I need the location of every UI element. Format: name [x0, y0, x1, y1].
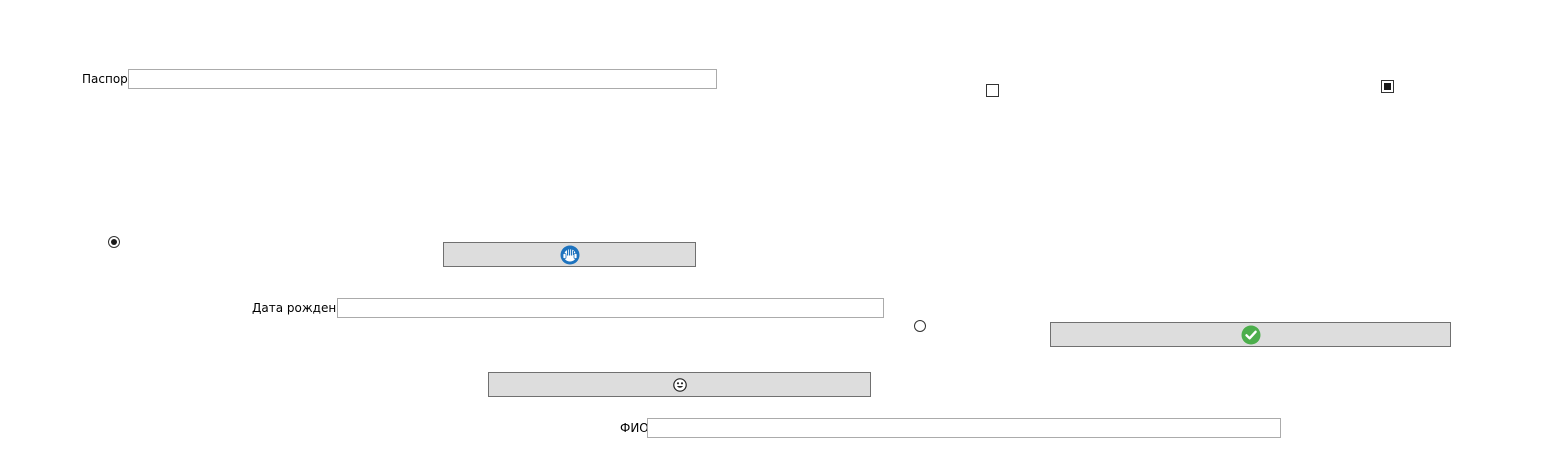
passport-input[interactable] [128, 69, 717, 89]
smiley-face-icon [672, 377, 687, 392]
checkbox-unchecked[interactable] [986, 84, 999, 97]
checkmark-icon [1241, 325, 1261, 345]
radio-option-selected[interactable] [108, 236, 120, 248]
full-name-label: ФИО [620, 421, 649, 435]
radio-option-unselected[interactable] [914, 320, 926, 332]
headset-emoji-icon [560, 245, 580, 265]
passport-label: Паспорт [82, 72, 135, 86]
headset-button[interactable] [443, 242, 696, 267]
full-name-input[interactable] [647, 418, 1281, 438]
birth-date-input[interactable] [337, 298, 884, 318]
checkbox-checked[interactable] [1381, 80, 1394, 93]
smiley-button[interactable] [488, 372, 871, 397]
confirm-button[interactable] [1050, 322, 1451, 347]
